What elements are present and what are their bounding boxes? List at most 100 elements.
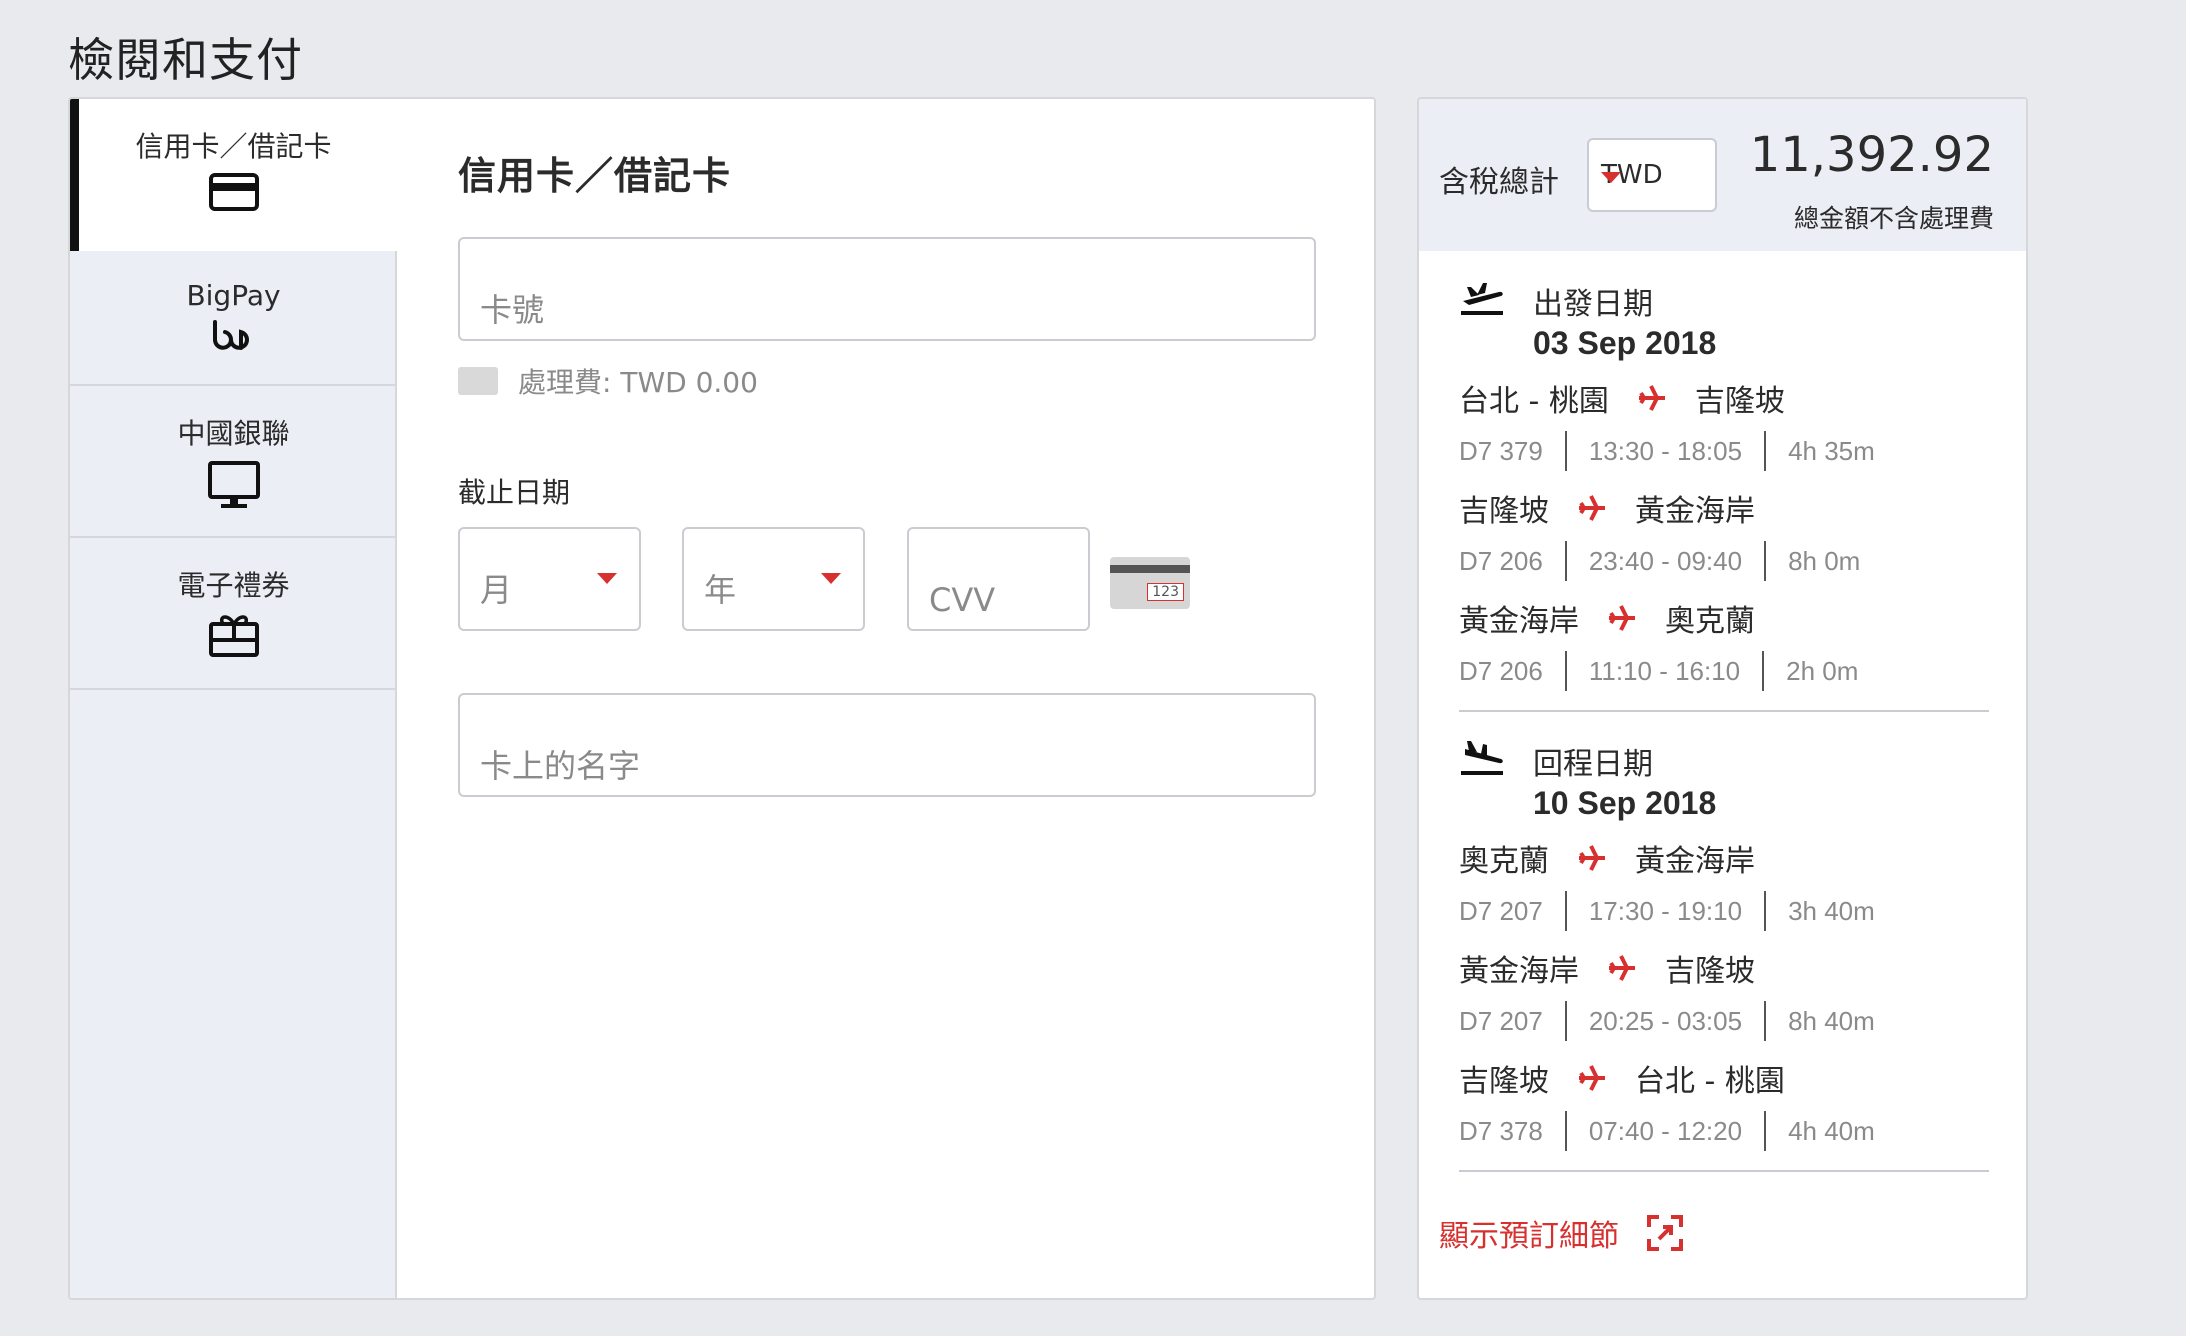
plane-icon bbox=[1607, 603, 1637, 633]
divider bbox=[1764, 541, 1767, 581]
segment-destination: 台北 - 桃園 bbox=[1635, 1064, 1785, 1099]
leg-header: 回程日期 bbox=[1459, 739, 1989, 782]
segment-info: D7 379 13:30 - 18:05 4h 35m bbox=[1459, 430, 1989, 472]
segment-route: 黃金海岸 奧克蘭 bbox=[1459, 596, 1989, 640]
summary-header: 含稅總計 TWD 11,392.92 總金額不含處理費 bbox=[1419, 99, 2026, 251]
month-placeholder: 月 bbox=[480, 571, 513, 609]
segment-destination: 黃金海岸 bbox=[1635, 844, 1755, 879]
cvv-input[interactable] bbox=[929, 581, 1069, 619]
segment-origin: 黃金海岸 bbox=[1459, 954, 1579, 989]
flight-duration: 2h 0m bbox=[1786, 655, 1859, 686]
flight-time: 07:40 - 12:20 bbox=[1588, 1115, 1743, 1146]
cardholder-name-field[interactable] bbox=[458, 693, 1316, 797]
card-icon bbox=[458, 367, 498, 395]
expiry-month-select[interactable]: 月 bbox=[458, 527, 641, 631]
processing-fee: 處理費: TWD 0.00 bbox=[458, 361, 758, 401]
segment-origin: 奧克蘭 bbox=[1459, 844, 1549, 879]
total-amount: 11,392.92 bbox=[1749, 127, 1994, 183]
segment-origin: 黃金海岸 bbox=[1459, 604, 1579, 639]
flight-time: 13:30 - 18:05 bbox=[1588, 435, 1743, 466]
currency-select[interactable]: TWD bbox=[1587, 138, 1717, 212]
plane-departure-icon bbox=[1459, 279, 1505, 321]
booking-summary: 含稅總計 TWD 11,392.92 總金額不含處理費 出發日期 03 Sep … bbox=[1417, 97, 2028, 1300]
card-stripe bbox=[1110, 565, 1190, 573]
flight-number: D7 207 bbox=[1459, 1005, 1543, 1036]
flight-number: D7 206 bbox=[1459, 655, 1543, 686]
divider bbox=[1564, 1111, 1567, 1151]
credit-card-icon bbox=[208, 173, 259, 215]
divider bbox=[1764, 431, 1767, 471]
segment-route: 吉隆坡 黃金海岸 bbox=[1459, 486, 1989, 530]
cvv-hint-number: 123 bbox=[1147, 583, 1184, 601]
flight-duration: 4h 40m bbox=[1788, 1115, 1875, 1146]
show-booking-details-link[interactable]: 顯示預訂細節 bbox=[1439, 1211, 1685, 1255]
segment-info: D7 378 07:40 - 12:20 4h 40m bbox=[1459, 1110, 1989, 1152]
flight-duration: 4h 35m bbox=[1788, 435, 1875, 466]
payment-panel: 信用卡／借記卡 BigPay 中國銀聯 電子禮券 信用卡／借記卡 卡號 處理費:… bbox=[68, 97, 1376, 1300]
flight-time: 23:40 - 09:40 bbox=[1588, 545, 1743, 576]
cardholder-name-input[interactable] bbox=[480, 747, 1280, 785]
flight-duration: 8h 40m bbox=[1788, 1005, 1875, 1036]
card-number-field[interactable] bbox=[458, 237, 1316, 341]
chevron-down-icon bbox=[597, 573, 617, 584]
departure-date: 03 Sep 2018 bbox=[1533, 325, 1717, 361]
expiry-year-select[interactable]: 年 bbox=[682, 527, 865, 631]
divider bbox=[1564, 651, 1567, 691]
segment-info: D7 207 20:25 - 03:05 8h 40m bbox=[1459, 1000, 1989, 1042]
divider bbox=[1764, 1001, 1767, 1041]
expiry-label: 截止日期 bbox=[458, 476, 571, 509]
divider bbox=[1764, 891, 1767, 931]
segment-route: 奧克蘭 黃金海岸 bbox=[1459, 836, 1989, 880]
card-number-input[interactable] bbox=[480, 291, 1280, 329]
tab-gift-voucher[interactable]: 電子禮券 bbox=[70, 538, 397, 690]
departure-leg: 出發日期 03 Sep 2018 台北 - 桃園 吉隆坡 D7 379 13:3… bbox=[1459, 279, 1989, 712]
leg-header: 出發日期 bbox=[1459, 279, 1989, 322]
flight-number: D7 207 bbox=[1459, 895, 1543, 926]
divider bbox=[1762, 651, 1765, 691]
flight-time: 20:25 - 03:05 bbox=[1588, 1005, 1743, 1036]
segment-info: D7 206 23:40 - 09:40 8h 0m bbox=[1459, 540, 1989, 582]
tab-label: 電子禮券 bbox=[177, 569, 290, 602]
divider bbox=[1564, 891, 1567, 931]
cvv-hint-icon: 123 bbox=[1110, 557, 1190, 609]
segment-route: 黃金海岸 吉隆坡 bbox=[1459, 946, 1989, 990]
total-note: 總金額不含處理費 bbox=[1793, 204, 1994, 233]
monitor-icon bbox=[207, 460, 261, 514]
return-leg: 回程日期 10 Sep 2018 奧克蘭 黃金海岸 D7 207 17:30 -… bbox=[1459, 739, 1989, 1172]
segment-destination: 吉隆坡 bbox=[1694, 384, 1785, 419]
segment-destination: 吉隆坡 bbox=[1665, 954, 1755, 989]
return-date: 10 Sep 2018 bbox=[1533, 785, 1717, 821]
plane-arrival-icon bbox=[1459, 739, 1505, 781]
gift-card-icon bbox=[208, 612, 260, 662]
tab-unionpay[interactable]: 中國銀聯 bbox=[70, 386, 397, 538]
divider bbox=[1764, 1111, 1767, 1151]
plane-icon bbox=[1637, 383, 1667, 413]
divider bbox=[1564, 541, 1567, 581]
divider bbox=[1564, 1001, 1567, 1041]
plane-icon bbox=[1607, 953, 1637, 983]
tab-label: 信用卡／借記卡 bbox=[135, 130, 332, 163]
tab-label: 中國銀聯 bbox=[177, 417, 290, 450]
segment-destination: 奧克蘭 bbox=[1665, 604, 1755, 639]
segment-destination: 黃金海岸 bbox=[1635, 494, 1755, 529]
segment-route: 台北 - 桃園 吉隆坡 bbox=[1459, 376, 1989, 420]
tab-bigpay[interactable]: BigPay bbox=[70, 251, 397, 386]
segment-info: D7 206 11:10 - 16:10 2h 0m bbox=[1459, 650, 1989, 692]
chevron-down-icon bbox=[821, 573, 841, 584]
details-link-label: 顯示預訂細節 bbox=[1439, 1219, 1619, 1254]
segment-origin: 吉隆坡 bbox=[1459, 1064, 1549, 1099]
plane-icon bbox=[1577, 1063, 1607, 1093]
segment-info: D7 207 17:30 - 19:10 3h 40m bbox=[1459, 890, 1989, 932]
flight-duration: 8h 0m bbox=[1788, 545, 1861, 576]
plane-icon bbox=[1577, 843, 1607, 873]
flight-number: D7 206 bbox=[1459, 545, 1543, 576]
plane-icon bbox=[1577, 493, 1607, 523]
total-label: 含稅總計 bbox=[1439, 165, 1559, 200]
year-placeholder: 年 bbox=[704, 571, 737, 609]
leg-divider bbox=[1459, 1170, 1989, 1172]
flight-time: 11:10 - 16:10 bbox=[1588, 655, 1741, 686]
flight-number: D7 378 bbox=[1459, 1115, 1543, 1146]
cvv-field[interactable] bbox=[907, 527, 1090, 631]
segment-route: 吉隆坡 台北 - 桃園 bbox=[1459, 1056, 1989, 1100]
tab-credit-card[interactable]: 信用卡／借記卡 bbox=[70, 99, 399, 251]
